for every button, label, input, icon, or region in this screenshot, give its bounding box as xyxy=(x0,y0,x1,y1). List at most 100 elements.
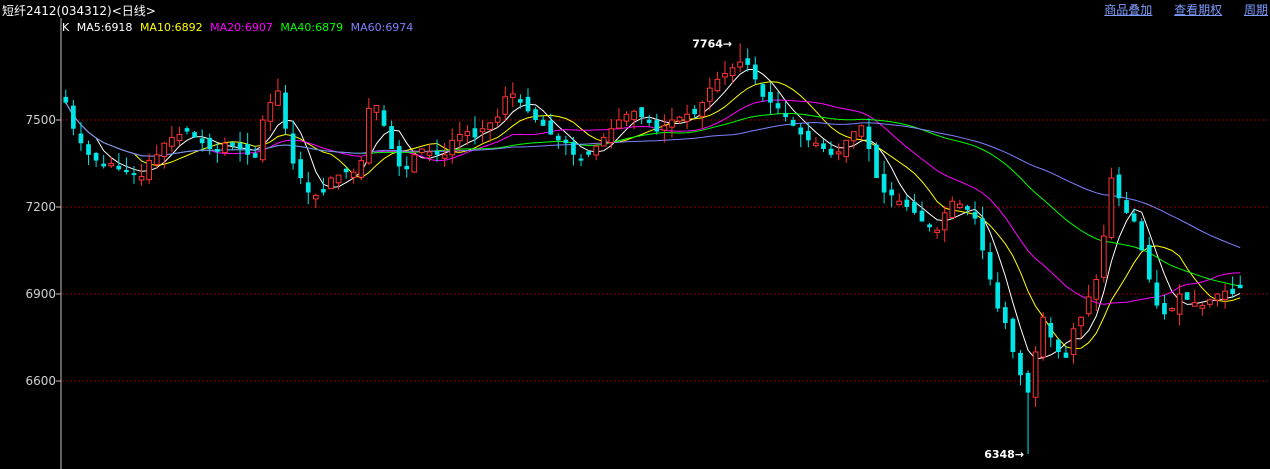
candle-up xyxy=(957,203,963,209)
ma60-line xyxy=(65,102,1241,249)
candle-up xyxy=(494,116,501,123)
candle-down xyxy=(389,126,394,149)
candle-down xyxy=(692,108,698,115)
candle-down xyxy=(230,142,235,147)
candle-down xyxy=(245,144,250,155)
candle-down xyxy=(1146,244,1152,280)
candle-up xyxy=(1093,279,1100,300)
candle-down xyxy=(283,92,288,129)
candle-down xyxy=(1139,221,1145,251)
candle-down xyxy=(78,133,84,144)
candle-down xyxy=(124,169,129,173)
candle-up xyxy=(608,128,615,143)
annotations: 7764→ 6348→ xyxy=(692,37,1024,461)
candle-down xyxy=(1230,288,1235,294)
candle-down xyxy=(571,142,576,155)
candle-down xyxy=(86,144,91,155)
candle-up xyxy=(1207,299,1213,305)
candle-down xyxy=(184,128,190,132)
candle-down xyxy=(783,113,788,118)
candle-down xyxy=(646,119,652,123)
candle-up xyxy=(623,113,630,122)
candle-up xyxy=(1078,316,1084,327)
low-annotation: 6348→ xyxy=(984,448,1024,461)
candle-up xyxy=(441,154,448,159)
y-tick-label: 6600 xyxy=(25,374,56,388)
candle-up xyxy=(1108,177,1115,238)
candle-up xyxy=(669,119,675,128)
candle-down xyxy=(1184,292,1190,300)
candle-up xyxy=(312,194,319,200)
candle-down xyxy=(396,146,402,167)
candle-down xyxy=(1010,318,1016,352)
candle-down xyxy=(381,110,387,126)
candle-up xyxy=(1040,316,1047,358)
moving-average-lines xyxy=(65,69,1241,360)
candle-up xyxy=(108,163,115,167)
candle-down xyxy=(775,103,781,109)
candle-up xyxy=(169,136,175,147)
candle-up xyxy=(509,93,516,98)
candle-down xyxy=(1154,282,1160,306)
candle-down xyxy=(790,120,796,126)
candle-up xyxy=(934,229,940,233)
candle-down xyxy=(472,128,478,138)
candle-up xyxy=(411,154,418,173)
candle-down xyxy=(207,137,213,149)
candle-up xyxy=(1191,302,1198,307)
ma5-line xyxy=(65,69,1241,360)
candle-up xyxy=(858,125,865,137)
candle-up xyxy=(661,125,668,131)
candle-down xyxy=(548,120,554,135)
candle-down xyxy=(1162,303,1167,315)
candle-down xyxy=(1056,339,1061,352)
candle-up xyxy=(502,96,509,115)
candle-down xyxy=(101,163,107,167)
candle-up xyxy=(1169,308,1175,311)
candle-down xyxy=(987,252,993,280)
candle-up xyxy=(684,113,690,122)
candle-up xyxy=(714,78,721,92)
candle-down xyxy=(563,139,569,144)
y-axis-ticks: 6600 6900 7200 7500 xyxy=(25,113,61,388)
candle-down xyxy=(745,58,751,65)
candle-up xyxy=(419,148,425,153)
candle-down xyxy=(290,133,296,164)
candle-down xyxy=(927,224,932,228)
candle-down xyxy=(131,173,137,176)
candle-down xyxy=(752,64,758,80)
candle-up xyxy=(275,90,281,106)
candle-up xyxy=(813,142,819,146)
y-tick-label: 7500 xyxy=(25,113,56,127)
candle-up xyxy=(358,160,365,178)
ma10-line xyxy=(65,81,1241,350)
candle-up xyxy=(1100,235,1107,278)
candlestick-chart: 6600 6900 7200 7500 7764→ 6348→ xyxy=(25,18,1270,469)
candles xyxy=(63,43,1243,455)
candle-up xyxy=(259,119,266,161)
candle-down xyxy=(805,130,811,141)
candle-down xyxy=(965,206,970,210)
candle-up xyxy=(1222,290,1228,300)
candle-down xyxy=(199,138,205,144)
candle-up xyxy=(949,200,956,219)
candle-up xyxy=(366,107,372,164)
candle-up xyxy=(1199,305,1206,309)
candle-up xyxy=(706,87,713,102)
candle-down xyxy=(821,143,826,149)
candle-up xyxy=(479,128,486,133)
candle-down xyxy=(1131,213,1137,222)
candle-up xyxy=(850,131,857,142)
candle-up xyxy=(487,122,493,130)
candle-up xyxy=(426,151,433,156)
candle-down xyxy=(252,153,258,158)
candle-up xyxy=(222,142,228,153)
candle-down xyxy=(881,174,887,193)
candle-down xyxy=(1048,322,1054,338)
candle-down xyxy=(1063,352,1069,358)
candle-down xyxy=(555,135,561,141)
candle-down xyxy=(434,151,440,155)
candle-up xyxy=(1032,351,1039,398)
candle-up xyxy=(1214,293,1221,301)
candle-up xyxy=(350,171,357,178)
